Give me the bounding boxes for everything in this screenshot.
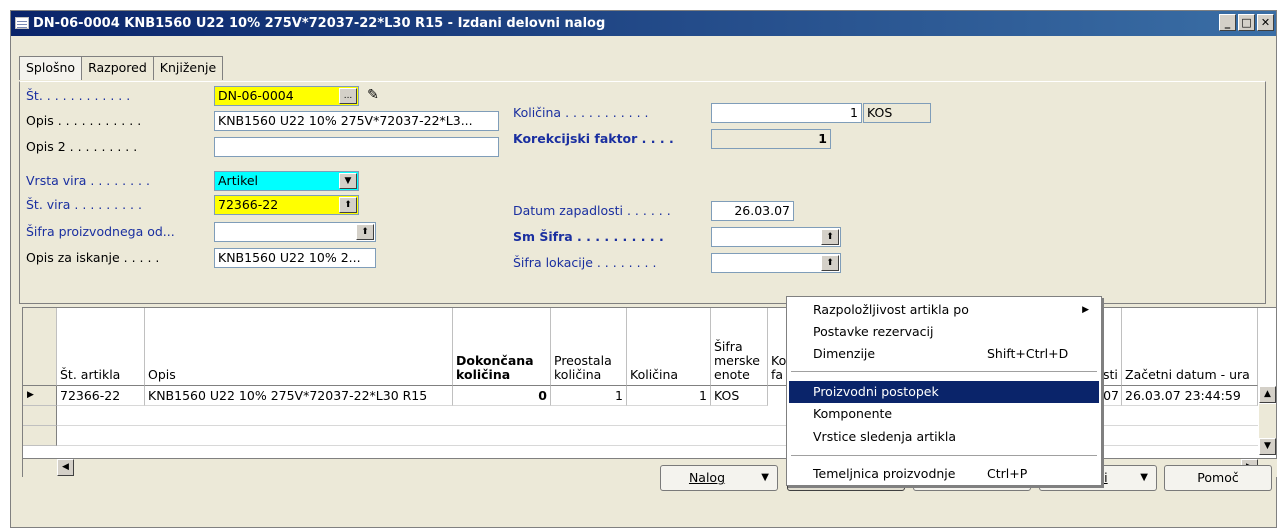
stvira-value: 72366-22	[218, 197, 279, 212]
maximize-button[interactable]: □	[1238, 14, 1255, 31]
col-opis[interactable]: Opis	[145, 308, 453, 386]
opis-label: Opis . . . . . . . . . . .	[26, 113, 142, 128]
dropdown-icon[interactable]: ▼	[339, 173, 357, 189]
col-dokoncana[interactable]: Dokončana količina	[453, 308, 551, 386]
menu-item-label: Vrstice sledenja artikla	[813, 429, 956, 444]
lookup-arrow-icon[interactable]: ⬆	[821, 229, 839, 245]
kolicina-unit: KOS	[863, 103, 931, 123]
menu-item-razpolozljivost[interactable]: Razpoložljivost artikla po ▶	[789, 299, 1099, 321]
st-field[interactable]: DN-06-0004 ...	[214, 86, 359, 106]
menu-item-dimenzije[interactable]: Dimenzije Shift+Ctrl+D	[789, 343, 1099, 365]
menu-item-shortcut: Ctrl+P	[987, 466, 1028, 481]
col-artikel[interactable]: Št. artikla	[57, 308, 145, 386]
col-sifra[interactable]: Šifra merske enote	[711, 308, 768, 386]
menu-item-label: Proizvodni postopek	[813, 384, 939, 399]
cell-sifra[interactable]: KOS	[711, 386, 768, 406]
menu-item-temeljnica[interactable]: Temeljnica proizvodnje Ctrl+P	[789, 463, 1099, 485]
vertical-scroll-track[interactable]	[1259, 404, 1276, 438]
cell-sti[interactable]: 07	[1100, 386, 1122, 406]
st-value: DN-06-0004	[218, 88, 294, 103]
menu-item-label: Temeljnica proizvodnje	[813, 466, 956, 481]
vrstica-menu: Razpoložljivost artikla po ▶ Postavke re…	[786, 296, 1102, 486]
lookup-arrow-icon[interactable]: ⬆	[821, 255, 839, 271]
col-ko[interactable]: Ko fa	[768, 308, 788, 386]
pencil-icon[interactable]: ✎	[363, 86, 383, 106]
iskanje-field[interactable]: KNB1560 U22 10% 2...	[214, 248, 376, 268]
dropdown-icon: ▼	[1140, 472, 1148, 483]
scroll-arrow-icon[interactable]: ▲	[1259, 386, 1276, 403]
menu-item-label: Postavke rezervacij	[813, 324, 934, 339]
pomoc-label: Pomoč	[1197, 470, 1239, 485]
window-title: DN-06-0004 KNB1560 U22 10% 275V*72037-22…	[33, 16, 606, 31]
opis2-label: Opis 2 . . . . . . . . .	[26, 139, 138, 154]
stvira-label: Št. vira . . . . . . . . .	[26, 197, 142, 212]
pomoc-button[interactable]: Pomoč	[1164, 465, 1272, 491]
col-zacetni[interactable]: Začetni datum - ura	[1122, 308, 1258, 386]
vrsta-label: Vrsta vira . . . . . . . .	[26, 173, 150, 188]
tab-razpored[interactable]: Razpored	[81, 56, 154, 80]
menu-item-vrstice-sledenja[interactable]: Vrstice sledenja artikla	[789, 426, 1099, 448]
menu-item-postavke-rezervacij[interactable]: Postavke rezervacij	[789, 321, 1099, 343]
general-panel: Št. . . . . . . . . . . . DN-06-0004 ...…	[19, 81, 1266, 304]
nalog-button[interactable]: Nalog ▼	[660, 465, 778, 491]
tab-strip: Splošno Razpored Knjiženje	[19, 56, 224, 80]
menu-separator	[791, 455, 1097, 456]
row-selector[interactable]	[23, 406, 57, 426]
cell-zacetni[interactable]: 26.03.07 23:44:59	[1122, 386, 1258, 406]
menu-item-label: Razpoložljivost artikla po	[813, 302, 969, 317]
sifra-field[interactable]: ⬆	[214, 222, 376, 242]
iskanje-label: Opis za iskanje . . . . .	[26, 250, 160, 265]
table-corner	[23, 308, 57, 386]
opis2-field[interactable]	[214, 137, 499, 157]
kolicina-field[interactable]: 1	[711, 103, 862, 123]
lookup-arrow-icon[interactable]: ⬆	[356, 224, 374, 240]
window-icon	[15, 17, 29, 29]
ellipsis-icon[interactable]: ...	[339, 88, 357, 104]
sifra-label: Šifra proizvodnega od...	[26, 224, 175, 239]
lookup-arrow-icon[interactable]: ⬆	[339, 197, 357, 213]
vrsta-field[interactable]: Artikel ▼	[214, 171, 359, 191]
opis-field[interactable]: KNB1560 U22 10% 275V*72037-22*L3...	[214, 111, 499, 131]
menu-item-label: Komponente	[813, 406, 893, 421]
cell-preostala[interactable]: 1	[551, 386, 627, 406]
col-preostala[interactable]: Preostala količina	[551, 308, 627, 386]
cell-kolicina[interactable]: 1	[627, 386, 711, 406]
menu-item-komponente[interactable]: Komponente	[789, 403, 1099, 425]
sm-label: Sm Šifra . . . . . . . . . .	[513, 229, 664, 244]
korekcijski-label: Korekcijski faktor . . . .	[513, 131, 674, 146]
datum-field[interactable]: 26.03.07	[711, 201, 794, 221]
menu-item-proizvodni-postopek[interactable]: Proizvodni postopek	[789, 381, 1099, 403]
nalog-label: Nalog	[688, 470, 726, 485]
tab-splosno[interactable]: Splošno	[19, 56, 83, 80]
menu-separator	[791, 371, 1097, 372]
submenu-arrow-icon: ▶	[1082, 305, 1089, 315]
vrsta-value: Artikel	[218, 173, 259, 188]
cell-dokoncana[interactable]: 0	[453, 386, 551, 406]
datum-label: Datum zapadlosti . . . . . .	[513, 203, 671, 218]
col-kolicina[interactable]: Količina	[627, 308, 711, 386]
cell-artikel[interactable]: 72366-22	[57, 386, 145, 406]
kolicina-label: Količina . . . . . . . . . . .	[513, 105, 649, 120]
close-button[interactable]: ✕	[1257, 14, 1274, 31]
menu-item-label: Dimenzije	[813, 346, 876, 361]
menu-item-shortcut: Shift+Ctrl+D	[987, 346, 1069, 361]
scroll-arrow-icon[interactable]: ◀	[57, 459, 74, 476]
dropdown-icon: ▼	[761, 472, 769, 483]
scroll-arrow-icon[interactable]: ▼	[1259, 438, 1276, 455]
st-label: Št. . . . . . . . . . . .	[26, 88, 131, 103]
title-bar: DN-06-0004 KNB1560 U22 10% 275V*72037-22…	[11, 11, 1276, 36]
row-selector[interactable]	[23, 426, 57, 446]
lokacija-label: Šifra lokacije . . . . . . . .	[513, 255, 657, 270]
row-pointer-icon[interactable]: ▶	[23, 386, 57, 406]
korekcijski-field: 1	[711, 129, 831, 149]
minimize-button[interactable]: _	[1219, 14, 1236, 31]
col-sti[interactable]: sti	[1100, 308, 1122, 386]
cell-opis[interactable]: KNB1560 U22 10% 275V*72037-22*L30 R15	[145, 386, 453, 406]
stvira-field[interactable]: 72366-22 ⬆	[214, 195, 359, 215]
lokacija-field[interactable]: ⬆	[711, 253, 841, 273]
tab-knjizenje[interactable]: Knjiženje	[152, 56, 224, 80]
sm-field[interactable]: ⬆	[711, 227, 841, 247]
